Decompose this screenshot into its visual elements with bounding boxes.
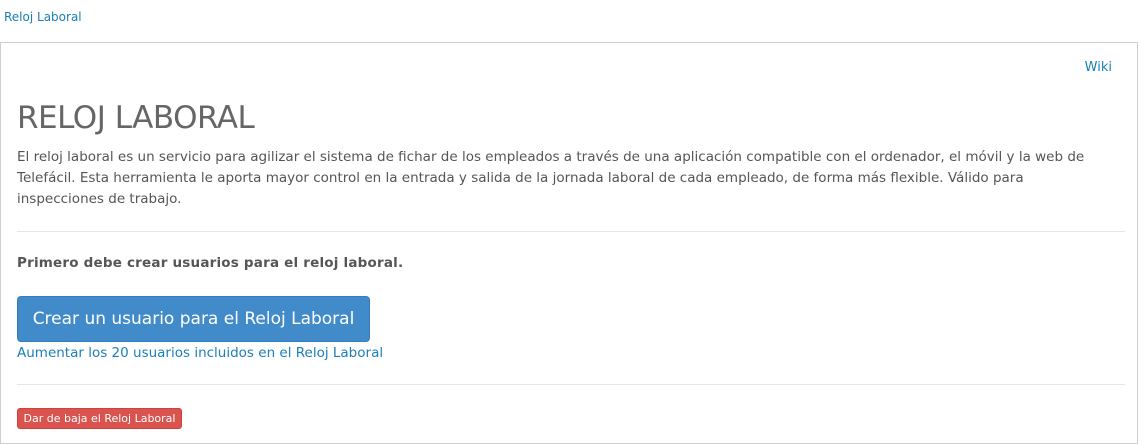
- increase-users-link[interactable]: Aumentar los 20 usuarios incluidos en el…: [17, 345, 383, 361]
- section-divider: [17, 231, 1125, 232]
- section-divider: [17, 384, 1125, 385]
- breadcrumb-reloj-laboral[interactable]: Reloj Laboral: [4, 10, 82, 24]
- reloj-laboral-panel: Wiki RELOJ LABORAL El reloj laboral es u…: [0, 42, 1138, 444]
- service-description: El reloj laboral es un servicio para agi…: [17, 149, 1085, 207]
- page-title: RELOJ LABORAL: [17, 100, 255, 136]
- wiki-link[interactable]: Wiki: [1085, 60, 1112, 75]
- create-user-button[interactable]: Crear un usuario para el Reloj Laboral: [17, 296, 370, 342]
- cancel-service-button[interactable]: Dar de baja el Reloj Laboral: [17, 408, 182, 429]
- create-users-notice: Primero debe crear usuarios para el relo…: [17, 255, 404, 271]
